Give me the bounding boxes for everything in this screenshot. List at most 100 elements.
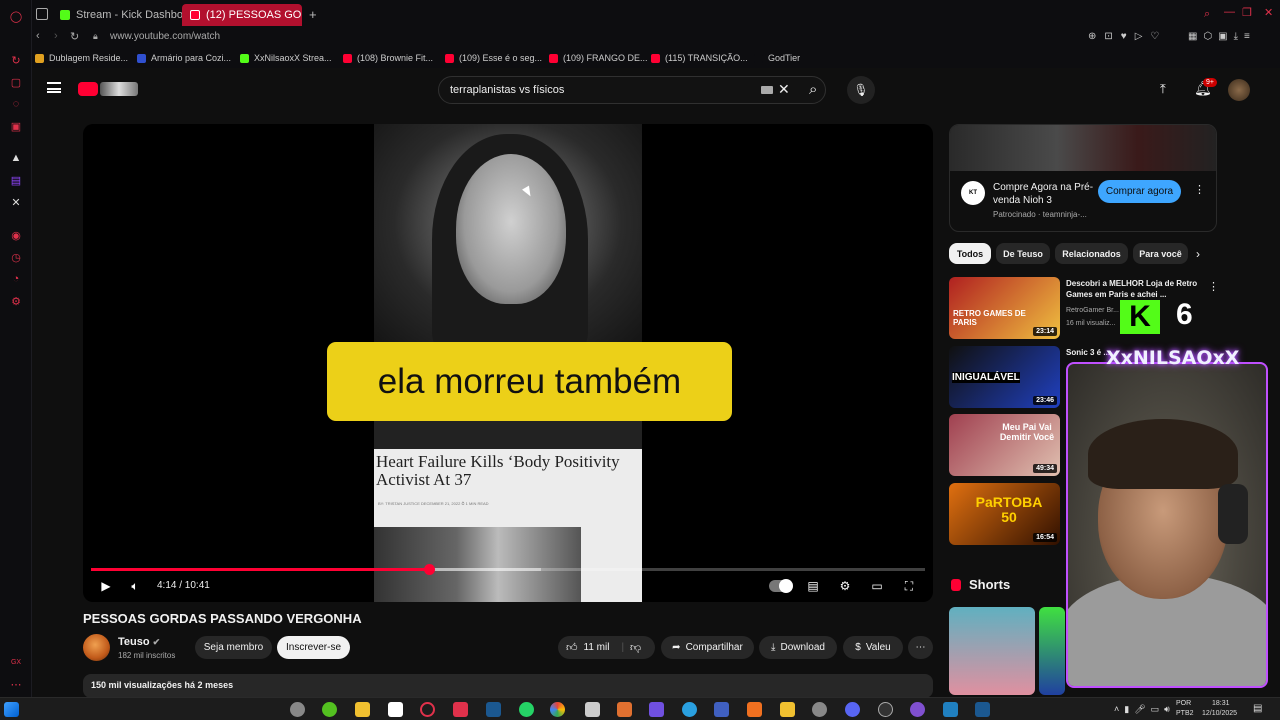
subtitles-icon[interactable]: ▤ [805,578,821,594]
url-field[interactable]: www.youtube.com/watch [110,31,220,42]
account-avatar[interactable] [1228,79,1250,101]
video-player[interactable]: Heart Failure Kills ‘Body Positivity Act… [83,124,933,602]
autoplay-toggle[interactable] [769,579,793,593]
download-button[interactable]: ⤓ Download [759,636,837,659]
toolbar-profile-area[interactable]: ▦⬡▣⤓≡ [1188,31,1256,42]
like-icon[interactable]: 👍︎ [566,641,578,654]
app-icon[interactable] [585,702,600,717]
back-icon[interactable]: ‹ [36,30,40,42]
like-count[interactable]: 11 mil [584,642,610,653]
settings-icon[interactable]: ⚙ [8,293,24,309]
brave-icon[interactable] [747,702,762,717]
app-icon[interactable] [617,702,632,717]
start-icon[interactable] [4,702,19,717]
app-icon[interactable] [910,702,925,717]
thanks-button[interactable]: $ Valeu [843,636,903,659]
short-thumbnail[interactable] [949,607,1035,695]
discord-icon[interactable] [845,702,860,717]
bookmark-item[interactable]: Dublagem Reside... [35,53,128,63]
workspaces-icon[interactable] [36,8,48,20]
rec-thumbnail[interactable]: Meu Pai Vai Demitir Você 49:34 [949,414,1060,476]
minimize-icon[interactable]: — [1224,6,1235,18]
app-icon[interactable] [649,702,664,717]
channel-name[interactable]: Teuso ✔ [118,636,160,648]
bookmark-item[interactable]: (108) Brownie Fit... [343,53,433,63]
fullscreen-icon[interactable]: ⛶ [901,578,917,594]
maximize-icon[interactable]: ❐ [1242,6,1252,19]
app-icon[interactable] [290,702,305,717]
chip-from-channel[interactable]: De Teuso [996,243,1050,264]
kick-icon[interactable]: ▲ [8,150,24,166]
rec-thumbnail[interactable]: PaRTOBA 50 16:54 [949,483,1060,545]
bookmark-item[interactable]: (109) FRANGO DE... [549,53,648,63]
chat-icon[interactable]: ▢ [8,74,24,90]
chip-for-you[interactable]: Para você [1133,243,1188,264]
refresh-icon[interactable]: ↻ [8,52,24,68]
store-icon[interactable] [388,702,403,717]
short-thumbnail[interactable] [1039,607,1065,695]
app-icon[interactable] [714,702,729,717]
ad-cta-button[interactable]: Comprar agora [1098,180,1181,203]
app-icon[interactable] [975,702,990,717]
search-input[interactable] [450,84,750,96]
telegram-icon[interactable] [682,702,697,717]
search-icon[interactable]: ⌕ [809,81,817,98]
clock-date[interactable]: 12/10/2025 [1202,710,1237,717]
opera-gx-taskbar-icon[interactable] [420,702,435,717]
app-icon[interactable] [322,702,337,717]
chips-next-icon[interactable]: › [1196,247,1200,261]
play-icon[interactable]: ▶ [98,578,114,594]
opera-gx-icon[interactable]: ◯ [8,8,24,24]
search-tabs-icon[interactable]: ⌕ [1204,8,1210,21]
steam-icon[interactable] [486,702,501,717]
bookmark-item[interactable]: Armário para Cozi... [137,53,231,63]
close-window-icon[interactable]: ✕ [1264,6,1273,19]
bookmark-item[interactable]: GodTier [754,53,800,63]
chip-all[interactable]: Todos [949,243,991,264]
join-button[interactable]: Seja membro [195,636,272,659]
bookmark-item[interactable]: (109) Esse é o seg... [445,53,542,63]
layout-indicator[interactable]: PTB2 [1176,710,1194,717]
x-icon[interactable]: ✕ [8,194,24,210]
player-icon[interactable]: ◉ [8,227,24,243]
app-icon[interactable] [943,702,958,717]
rec-thumbnail[interactable]: INIGUALÁVEL 23:46 [949,346,1060,408]
channel-avatar[interactable] [83,634,110,661]
new-tab-icon[interactable]: + [309,7,317,22]
rec-thumbnail[interactable]: RETRO GAMES DE PARIS 23:14 [949,277,1060,339]
history-icon[interactable]: ◷ [8,249,24,265]
volume-icon[interactable]: 🔈︎ [127,578,143,594]
rec-title[interactable]: Descobri a MELHOR Loja de Retro Games em… [1066,278,1206,300]
news-icon[interactable]: ▣ [8,118,24,134]
share-button[interactable]: ➦ Compartilhar [661,636,754,659]
app-icon[interactable] [453,702,468,717]
language-indicator[interactable]: POR [1176,700,1191,707]
progress-bar[interactable] [91,564,925,575]
voice-search-button[interactable]: 🎙︎ [847,76,875,104]
tab-kick-dashboard[interactable]: Stream - Kick Dashbo [52,4,202,26]
upload-icon[interactable]: ⤒ [1160,81,1166,97]
bookmark-item[interactable]: (115) TRANSIÇÃO... [651,53,748,63]
rec-menu-icon[interactable]: ⋮ [1208,280,1219,293]
youtube-logo-icon[interactable] [78,82,98,96]
clock-time[interactable]: 18:31 [1212,700,1230,707]
gx-corner-icon[interactable]: GX [8,654,24,670]
tab-youtube-video[interactable]: (12) PESSOAS GORDAS P [182,4,302,26]
toolbar-extensions[interactable]: ⊕⊡♥▷♡ [1088,31,1167,42]
description-box[interactable]: 150 mil visualizações há 2 meses [83,674,933,698]
ad-card[interactable]: KT Compre Agora na Pré-venda Nioh 3 Patr… [949,124,1217,232]
app-icon[interactable] [878,702,893,717]
chip-related[interactable]: Relacionados [1055,243,1128,264]
youtube-doodle-logo[interactable] [100,82,138,96]
obs-icon[interactable] [812,702,827,717]
whatsapp-icon[interactable] [519,702,534,717]
progress-scrubber[interactable] [423,564,435,575]
messenger-icon[interactable]: ◌ [8,96,24,112]
notification-center-icon[interactable]: ▤ [1253,703,1262,714]
dislike-icon[interactable]: 👎︎ [630,641,641,654]
app-icon[interactable] [780,702,795,717]
subscribe-button[interactable]: Inscrever-se [277,636,350,659]
hamburger-menu-icon[interactable] [47,82,61,93]
ad-banner-image[interactable] [950,125,1216,171]
more-icon[interactable]: ⋯ [8,676,24,692]
